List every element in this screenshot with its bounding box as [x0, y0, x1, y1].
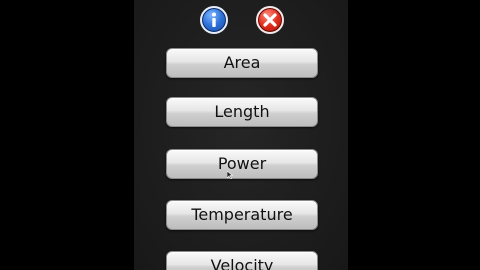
top-icon-bar: [134, 6, 348, 36]
close-icon[interactable]: [256, 6, 284, 34]
info-icon[interactable]: [200, 6, 228, 34]
velocity-button[interactable]: Velocity: [166, 251, 318, 270]
temperature-button[interactable]: Temperature: [166, 200, 318, 230]
info-glyph: [212, 12, 216, 27]
length-button[interactable]: Length: [166, 97, 318, 127]
power-button[interactable]: Power: [166, 149, 318, 179]
mouse-cursor-icon: [227, 171, 233, 179]
app-screen: Area Length Power Temperature Velocity: [134, 0, 348, 270]
area-button[interactable]: Area: [166, 48, 318, 78]
video-frame: Area Length Power Temperature Velocity: [0, 0, 480, 270]
close-glyph: [263, 13, 277, 27]
